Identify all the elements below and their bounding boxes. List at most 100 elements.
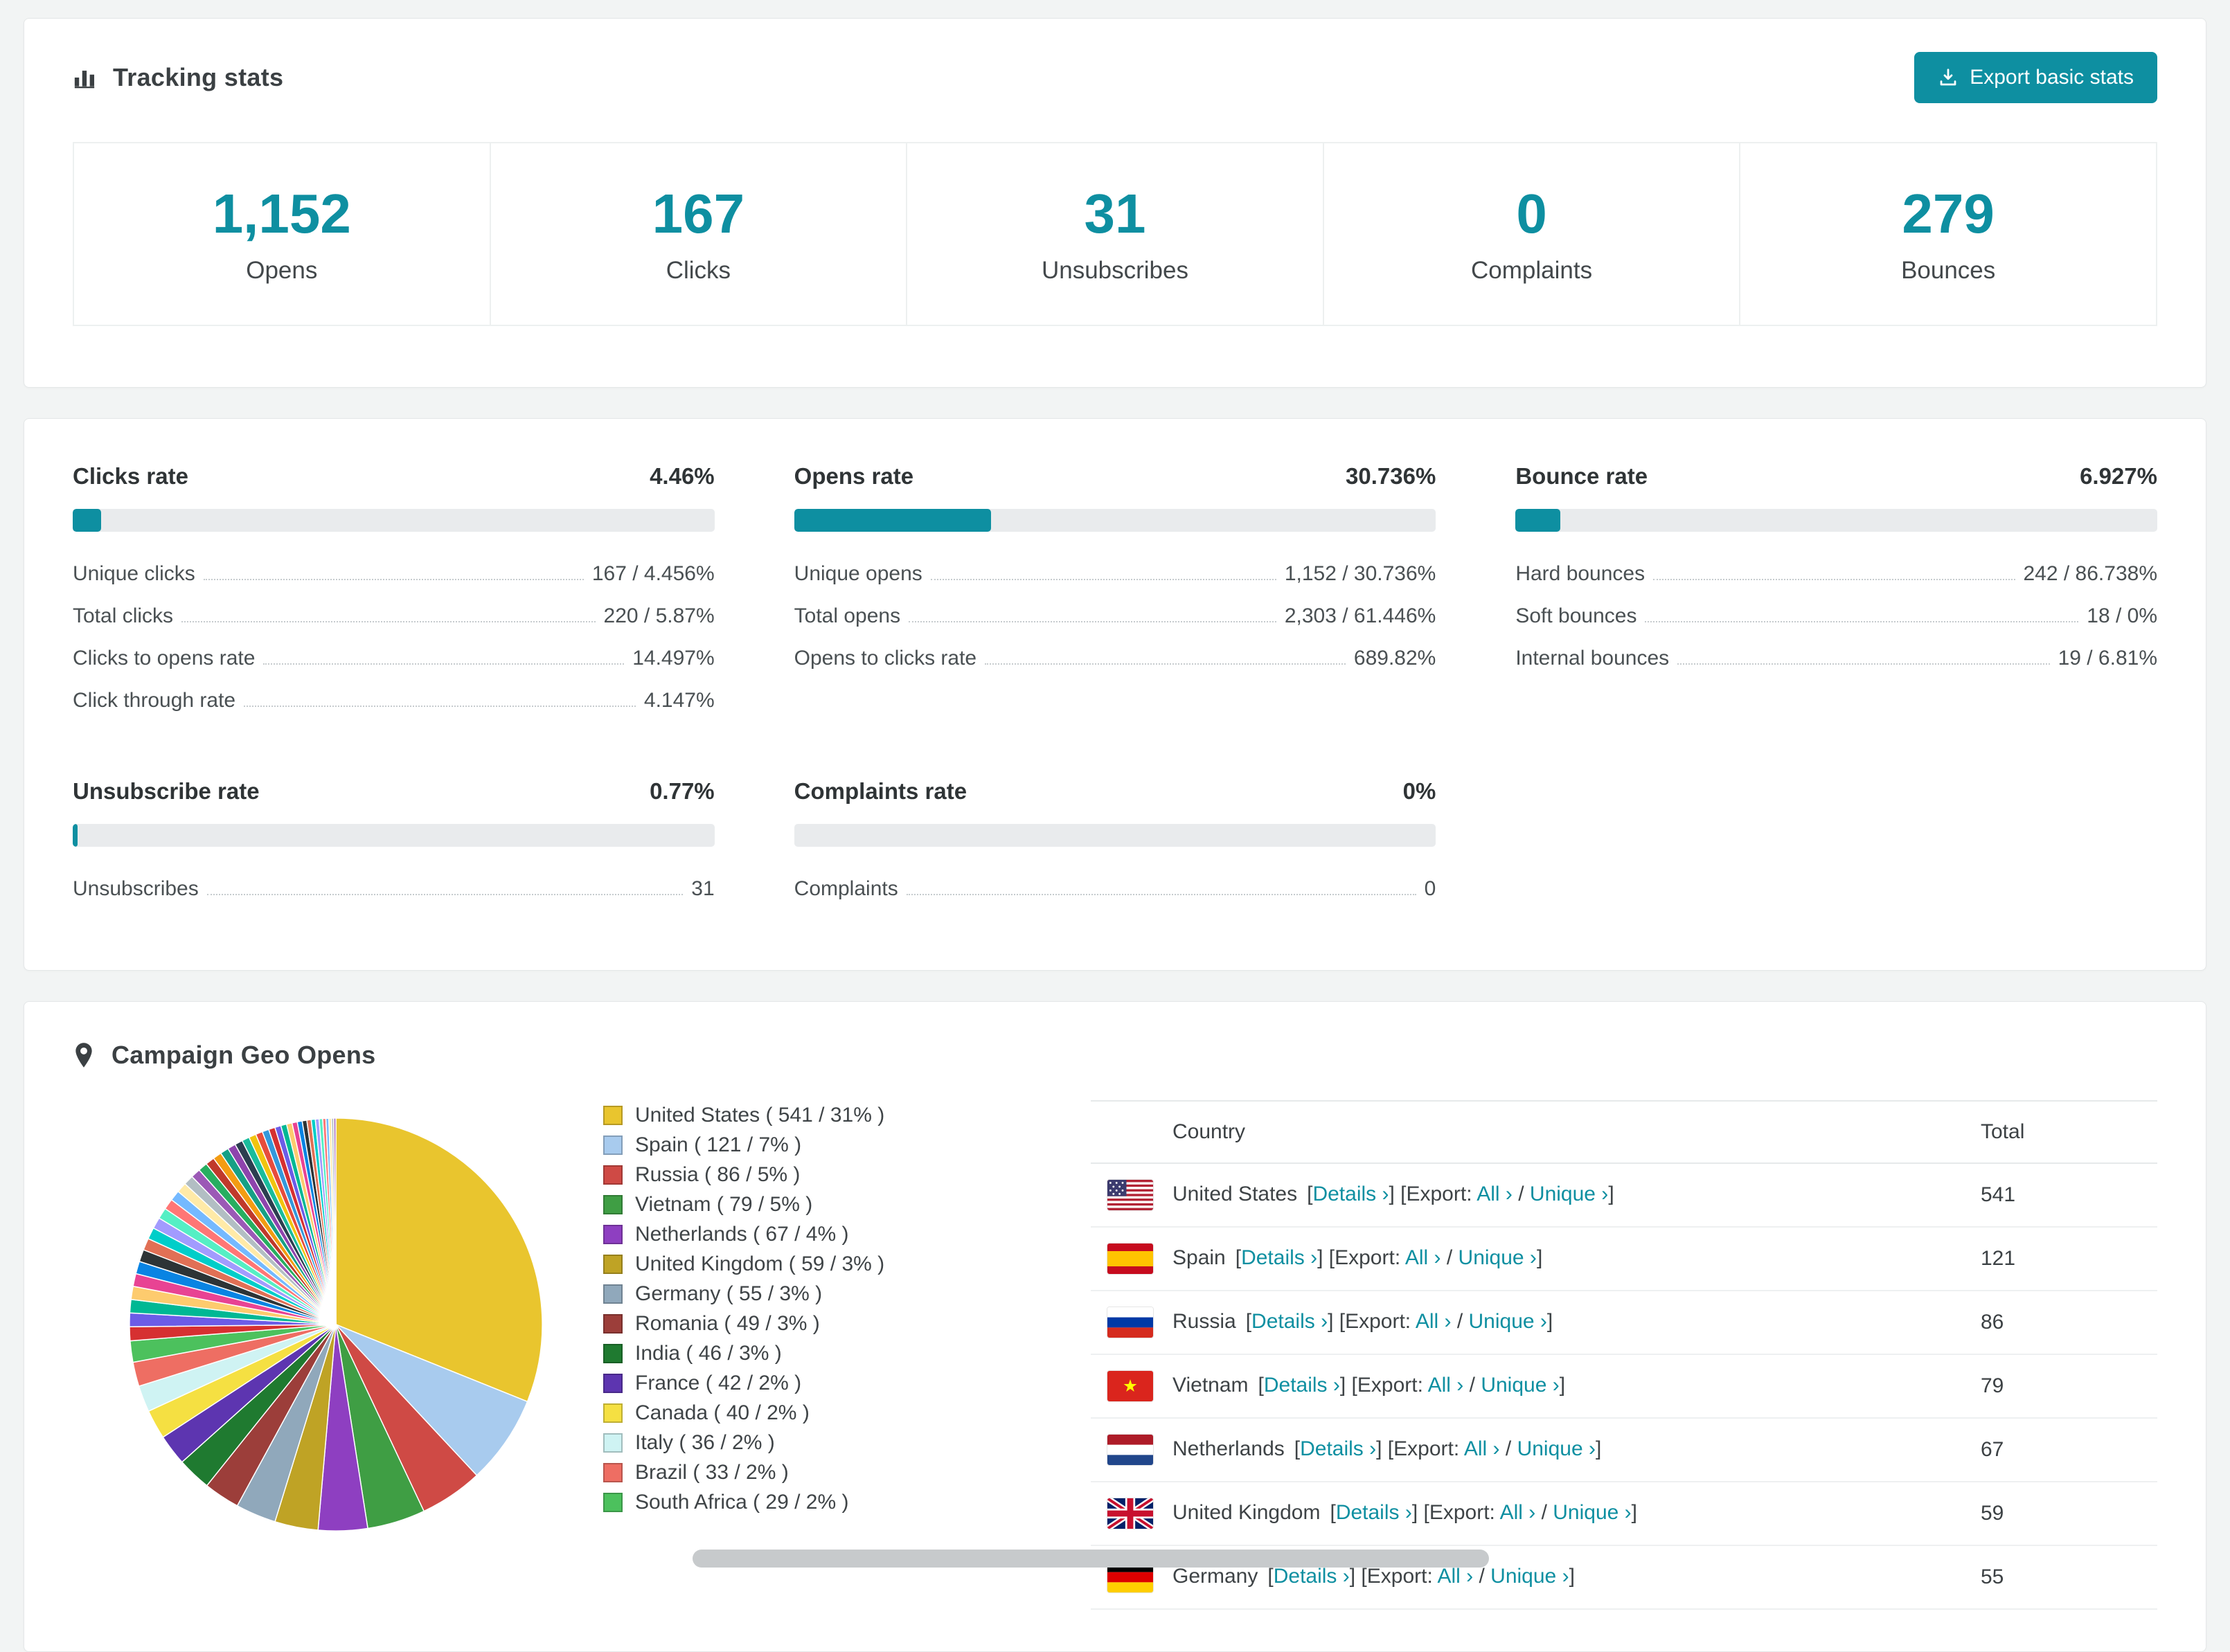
rate-value: 0% [1402,778,1436,804]
geo-body: United States ( 541 / 31% ) Spain ( 121 /… [73,1100,2157,1610]
details-link[interactable]: Details › [1251,1310,1328,1333]
dotted-leader [1677,663,2050,665]
legend-label: Brazil ( 33 / 2% ) [635,1461,789,1484]
metric-row-total-clicks: Total clicks 220 / 5.87% [73,604,715,628]
stat-value: 279 [1902,183,1995,244]
export-all-link[interactable]: All › [1464,1437,1500,1460]
export-all-link[interactable]: All › [1416,1310,1452,1333]
legend-label: Vietnam ( 79 / 5% ) [635,1193,813,1216]
export-unique-link[interactable]: Unique › [1459,1246,1537,1269]
nl-flag-icon [1107,1435,1153,1465]
country-name: Netherlands [1172,1437,1285,1460]
export-unique-link[interactable]: Unique › [1530,1183,1608,1205]
country-total: 121 [1981,1227,2157,1291]
details-link[interactable]: Details › [1336,1501,1412,1524]
stat-box-bounces: 279 Bounces [1739,142,2157,326]
total-column-header: Total [1981,1100,2157,1164]
details-link[interactable]: Details › [1274,1565,1350,1588]
metric-label: Opens to clicks rate [794,647,977,670]
metric-label: Unique clicks [73,562,195,585]
legend-item-romania: Romania ( 49 / 3% ) [603,1313,1070,1334]
metric-row-total-opens: Total opens 2,303 / 61.446% [794,604,1436,628]
progress-bar-track [73,509,715,532]
bracket: ] [Export: [1376,1437,1464,1460]
rates-grid: Clicks rate 4.46% Unique clicks 167 / 4.456… [73,463,2157,901]
export-unique-link[interactable]: Unique › [1517,1437,1596,1460]
legend-swatch [603,1224,623,1244]
bracket: ] [1631,1500,1638,1524]
country-name: Vietnam [1172,1373,1249,1397]
country-cell: Vietnam [Details ›] [Export: All › / Uniq… [1091,1354,1981,1419]
location-pin-icon [73,1042,95,1068]
details-link[interactable]: Details › [1241,1246,1317,1269]
export-all-link[interactable]: All › [1437,1565,1473,1588]
export-basic-stats-button[interactable]: Export basic stats [1914,52,2157,103]
dotted-leader [206,894,684,895]
geo-pie-chart [73,1100,599,1539]
dotted-leader [906,894,1416,895]
legend-label: France ( 42 / 2% ) [635,1372,802,1394]
export-unique-link[interactable]: Unique › [1469,1310,1547,1333]
country-name: United Kingdom [1172,1500,1321,1524]
details-link[interactable]: Details › [1264,1374,1340,1397]
export-all-link[interactable]: All › [1428,1374,1464,1397]
metric-value: 167 / 4.456% [591,562,715,585]
geo-table: Country Total United States [Details ›] [… [1091,1100,2157,1610]
legend-swatch [603,1403,623,1423]
dotted-leader [181,621,596,622]
legend-item-united-kingdom: United Kingdom ( 59 / 3% ) [603,1253,1070,1275]
rate-title: Clicks rate [73,463,188,489]
country-cell: United Kingdom [Details ›] [Export: All ›… [1091,1482,1981,1546]
rate-block-complaints-rate: Complaints rate 0% Complaints 0 [794,778,1436,901]
country-cell: Netherlands [Details ›] [Export: All › / … [1091,1418,1981,1482]
dotted-leader [244,706,636,707]
bracket: ] [1536,1246,1543,1269]
export-unique-link[interactable]: Unique › [1490,1565,1569,1588]
metric-value: 1,152 / 30.736% [1284,562,1436,585]
geo-header: Campaign Geo Opens [73,1041,2157,1070]
export-unique-link[interactable]: Unique › [1481,1374,1559,1397]
legend-label: Germany ( 55 / 3% ) [635,1282,823,1305]
rate-block-unsubscribe-rate: Unsubscribe rate 0.77% Unsubscribes 31 [73,778,715,901]
metric-row-hard-bounces: Hard bounces 242 / 86.738% [1515,562,2157,586]
legend-label: Romania ( 49 / 3% ) [635,1312,820,1335]
geo-table-row-russia: Russia [Details ›] [Export: All › / Uniqu… [1091,1291,2157,1355]
export-all-link[interactable]: All › [1405,1246,1441,1269]
legend-item-vietnam: Vietnam ( 79 / 5% ) [603,1194,1070,1215]
progress-bar-fill [1515,509,1560,532]
metric-row-internal-bounces: Internal bounces 19 / 6.81% [1515,647,2157,670]
rate-title: Bounce rate [1515,463,1648,489]
legend-label: United States ( 541 / 31% ) [635,1104,885,1126]
bracket: ] [Export: [1317,1246,1405,1269]
metric-label: Complaints [794,877,898,900]
legend-item-russia: Russia ( 86 / 5% ) [603,1164,1070,1185]
legend-label: Italy ( 36 / 2% ) [635,1431,775,1454]
stat-box-complaints: 0 Complaints [1322,142,1741,326]
legend-item-spain: Spain ( 121 / 7% ) [603,1134,1070,1156]
metric-row-soft-bounces: Soft bounces 18 / 0% [1515,604,2157,628]
legend-item-south-africa: South Africa ( 29 / 2% ) [603,1491,1070,1513]
legend-swatch [603,1492,623,1512]
export-all-link[interactable]: All › [1477,1183,1513,1205]
stat-label: Clicks [666,257,731,284]
export-unique-link[interactable]: Unique › [1553,1501,1631,1524]
stat-value: 1,152 [212,183,351,244]
legend-item-united-states: United States ( 541 / 31% ) [603,1104,1070,1126]
slash: / [1440,1246,1459,1269]
slash: / [1512,1182,1530,1205]
rate-value: 0.77% [650,778,715,804]
rate-value: 6.927% [2080,463,2157,489]
es-flag-icon [1107,1244,1153,1274]
progress-bar-track [73,824,715,847]
rate-title: Unsubscribe rate [73,778,260,804]
export-all-link[interactable]: All › [1500,1501,1536,1524]
metric-value: 0 [1424,877,1436,900]
stat-box-clicks: 167 Clicks [489,142,908,326]
details-link[interactable]: Details › [1312,1183,1389,1205]
details-link[interactable]: Details › [1300,1437,1376,1460]
geo-table-row-united-states: United States [Details ›] [Export: All › … [1091,1163,2157,1228]
metric-row-unique-opens: Unique opens 1,152 / 30.736% [794,562,1436,586]
legend-swatch [603,1462,623,1482]
pie-svg [129,1117,543,1532]
horizontal-scrollbar-thumb[interactable] [693,1550,1489,1568]
